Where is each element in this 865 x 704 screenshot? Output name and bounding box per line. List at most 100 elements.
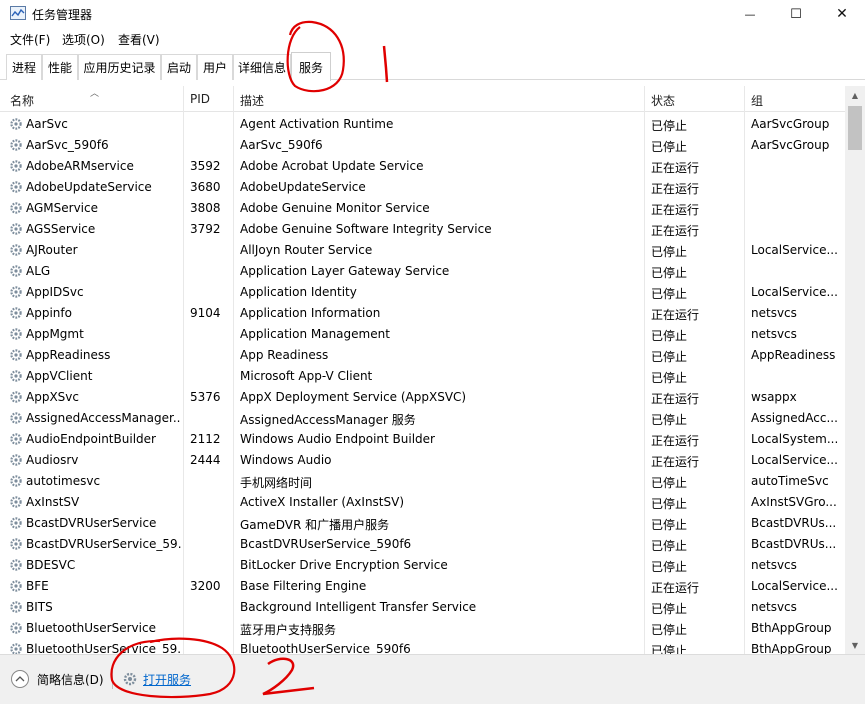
table-row[interactable]: AGMService 3808 Adobe Genuine Monitor Serv… bbox=[0, 198, 845, 219]
menu-options[interactable]: 选项(O) bbox=[62, 31, 105, 48]
cell-name: BluetoothUserService bbox=[26, 621, 156, 635]
cell-status: 已停止 bbox=[651, 287, 688, 301]
scroll-thumb[interactable] bbox=[848, 106, 862, 150]
table-row[interactable]: Appinfo 9104 Application Information 正在运行 ne… bbox=[0, 303, 845, 324]
cell-status: 已停止 bbox=[651, 266, 688, 280]
cell-desc: Application Identity bbox=[240, 285, 357, 299]
fewer-details-button[interactable]: 简略信息(D) bbox=[37, 671, 104, 688]
service-gear-icon bbox=[10, 139, 22, 151]
cell-group: netsvcs bbox=[751, 558, 797, 572]
service-gear-icon bbox=[10, 265, 22, 277]
table-row[interactable]: AJRouter AllJoyn Router Service 已停止 LocalSe… bbox=[0, 240, 845, 261]
minimize-button[interactable]: — bbox=[727, 0, 773, 28]
cell-desc: AarSvc_590f6 bbox=[240, 138, 323, 152]
table-row[interactable]: BluetoothUserService 蓝牙用户支持服务 已停止 BthAppGro… bbox=[0, 618, 845, 639]
table-row[interactable]: BFE 3200 Base Filtering Engine 正在运行 LocalSer… bbox=[0, 576, 845, 597]
menu-file[interactable]: 文件(F) bbox=[10, 31, 50, 48]
vertical-scrollbar[interactable]: ▲ ▼ bbox=[845, 86, 865, 654]
cell-status: 已停止 bbox=[651, 623, 688, 637]
cell-name: AdobeUpdateService bbox=[26, 180, 152, 194]
cell-desc: Microsoft App-V Client bbox=[240, 369, 373, 383]
sort-ascending-icon[interactable]: ︿ bbox=[90, 86, 99, 99]
cell-desc: Adobe Genuine Monitor Service bbox=[240, 201, 430, 215]
cell-name: BFE bbox=[26, 579, 49, 593]
service-gear-icon bbox=[10, 160, 22, 172]
close-button[interactable]: ✕ bbox=[819, 0, 865, 28]
tab-startup[interactable]: 启动 bbox=[161, 54, 197, 80]
services-gear-icon[interactable] bbox=[122, 671, 138, 687]
table-row[interactable]: AGSService 3792 Adobe Genuine Software Int… bbox=[0, 219, 845, 240]
cell-status: 已停止 bbox=[651, 560, 688, 574]
table-row[interactable]: AarSvc_590f6 AarSvc_590f6 已停止 AarSvcGroup bbox=[0, 135, 845, 156]
table-row[interactable]: AudioEndpointBuilder 2112 Windows Audio En… bbox=[0, 429, 845, 450]
cell-desc: BcastDVRUserService_590f6 bbox=[240, 537, 412, 551]
service-gear-icon bbox=[10, 181, 22, 193]
cell-desc: Adobe Genuine Software Integrity Service bbox=[240, 222, 492, 236]
tab-services[interactable]: 服务 bbox=[291, 52, 331, 81]
table-row[interactable]: BcastDVRUserService GameDVR 和广播用户服务 已停止 Bca… bbox=[0, 513, 845, 534]
table-row[interactable]: BITS Background Intelligent Transfer Serv… bbox=[0, 597, 845, 618]
service-gear-icon bbox=[10, 328, 22, 340]
cell-name: ALG bbox=[26, 264, 51, 278]
service-gear-icon bbox=[10, 559, 22, 571]
cell-status: 已停止 bbox=[651, 413, 688, 427]
menu-view[interactable]: 查看(V) bbox=[118, 31, 160, 48]
service-gear-icon bbox=[10, 391, 22, 403]
column-header-status[interactable]: 状态 bbox=[651, 92, 675, 109]
tab-processes[interactable]: 进程 bbox=[6, 54, 42, 80]
cell-desc: App Readiness bbox=[240, 348, 329, 362]
cell-group: BcastDVRUs... bbox=[751, 537, 837, 551]
table-row[interactable]: AdobeUpdateService 3680 AdobeUpdateService… bbox=[0, 177, 845, 198]
table-row[interactable]: AppVClient Microsoft App-V Client 已停止 bbox=[0, 366, 845, 387]
column-header-description[interactable]: 描述 bbox=[240, 92, 264, 109]
table-row[interactable]: AarSvc Agent Activation Runtime 已停止 AarSvcG… bbox=[0, 114, 845, 135]
tab-app-history[interactable]: 应用历史记录 bbox=[78, 54, 161, 80]
cell-group: AxInstSVGro... bbox=[751, 495, 837, 509]
table-row[interactable]: autotimesvc 手机网络时间 已停止 autoTimeSvc bbox=[0, 471, 845, 492]
cell-pid: 3792 bbox=[190, 222, 221, 236]
table-row[interactable]: AppXSvc 5376 AppX Deployment Service (AppX… bbox=[0, 387, 845, 408]
tab-performance[interactable]: 性能 bbox=[42, 54, 78, 80]
cell-name: AppXSvc bbox=[26, 390, 79, 404]
table-row[interactable]: AdobeARMservice 3592 Adobe Acrobat Update … bbox=[0, 156, 845, 177]
cell-pid: 3808 bbox=[190, 201, 221, 215]
table-row[interactable]: BluetoothUserService_59... BluetoothUserS… bbox=[0, 639, 845, 654]
tab-processes-label: 进程 bbox=[11, 61, 36, 75]
service-gear-icon bbox=[10, 517, 22, 529]
table-row[interactable]: ALG Application Layer Gateway Service 已停止 bbox=[0, 261, 845, 282]
service-gear-icon bbox=[10, 244, 22, 256]
collapse-chevron-icon[interactable] bbox=[11, 670, 29, 688]
column-header-group[interactable]: 组 bbox=[751, 92, 763, 109]
table-row[interactable]: AppIDSvc Application Identity 已停止 LocalServ… bbox=[0, 282, 845, 303]
service-gear-icon bbox=[10, 223, 22, 235]
close-icon: ✕ bbox=[836, 6, 848, 22]
cell-group: AarSvcGroup bbox=[751, 138, 830, 152]
service-gear-icon bbox=[10, 643, 22, 654]
cell-group: AssignedAcc... bbox=[751, 411, 838, 425]
column-header-name[interactable]: 名称 bbox=[10, 92, 34, 109]
column-header-pid[interactable]: PID bbox=[190, 92, 210, 106]
table-row[interactable]: Audiosrv 2444 Windows Audio 正在运行 LocalServic… bbox=[0, 450, 845, 471]
open-services-link[interactable]: 打开服务 bbox=[143, 671, 191, 688]
cell-status: 正在运行 bbox=[651, 434, 700, 448]
minimize-icon: — bbox=[744, 7, 756, 21]
maximize-button[interactable]: ☐ bbox=[773, 0, 819, 28]
tab-users[interactable]: 用户 bbox=[197, 54, 233, 80]
service-gear-icon bbox=[10, 622, 22, 634]
scroll-up-arrow-icon[interactable]: ▲ bbox=[845, 86, 865, 104]
table-row[interactable]: AxInstSV ActiveX Installer (AxInstSV) 已停止 A… bbox=[0, 492, 845, 513]
cell-status: 已停止 bbox=[651, 371, 688, 385]
tab-details[interactable]: 详细信息 bbox=[233, 54, 291, 80]
cell-pid: 3680 bbox=[190, 180, 221, 194]
service-gear-icon bbox=[10, 454, 22, 466]
service-gear-icon bbox=[10, 433, 22, 445]
service-gear-icon bbox=[10, 580, 22, 592]
table-row[interactable]: AppMgmt Application Management 已停止 netsvcs bbox=[0, 324, 845, 345]
table-row[interactable]: AppReadiness App Readiness 已停止 AppReadiness bbox=[0, 345, 845, 366]
cell-name: BITS bbox=[26, 600, 53, 614]
scroll-down-arrow-icon[interactable]: ▼ bbox=[845, 636, 865, 654]
table-row[interactable]: AssignedAccessManager... AssignedAccessMa… bbox=[0, 408, 845, 429]
cell-status: 已停止 bbox=[651, 518, 688, 532]
table-row[interactable]: BDESVC BitLocker Drive Encryption Service… bbox=[0, 555, 845, 576]
table-row[interactable]: BcastDVRUserService_59... BcastDVRUserSer… bbox=[0, 534, 845, 555]
